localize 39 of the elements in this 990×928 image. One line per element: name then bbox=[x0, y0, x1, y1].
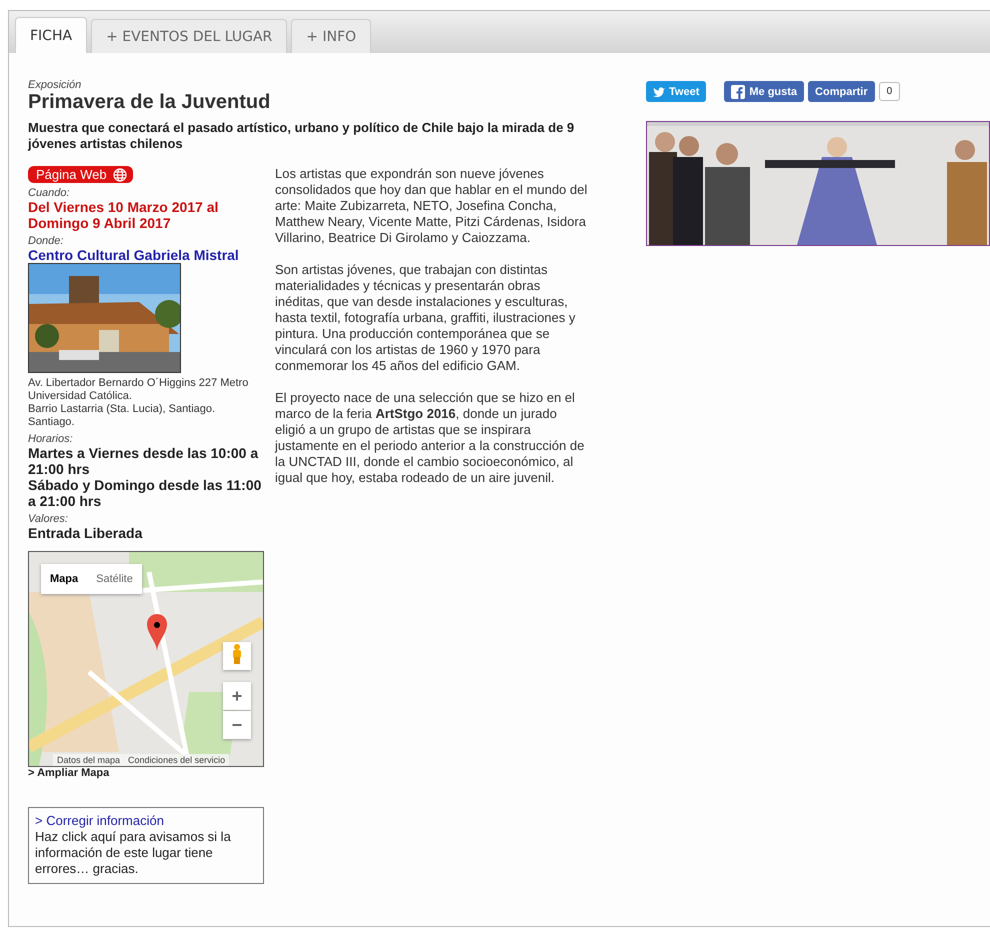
address-text: Av. Libertador Bernardo O´Higgins 227 Metro Universidad Católica. bbox=[28, 377, 250, 403]
tweet-button[interactable]: Tweet bbox=[646, 81, 706, 102]
address-text: Barrio Lastarria (Sta. Lucia), Santiago. Santiago. bbox=[28, 403, 216, 429]
field-label: Valores: bbox=[28, 513, 69, 525]
correction-link[interactable]: > Corregir información bbox=[35, 813, 257, 829]
share-button[interactable]: Compartir bbox=[808, 81, 875, 102]
f-logo-icon bbox=[731, 84, 746, 98]
tab[interactable]: + EVENTOS DEL LUGAR bbox=[91, 19, 288, 53]
bird-icon bbox=[653, 86, 665, 96]
tab[interactable]: + INFO bbox=[291, 19, 372, 53]
description-paragraph: El proyecto nace de una selección que se hizo en el marco de la feria ArtStgo 2016, donde un jurado eligió a un grupo de artistas que se inspirara justamente en el periodo anterior a la construcción de la UNCTAD III, donde el cambio socioeconómico, al igual que hoy, estaba rodeado de un aire juvenil. bbox=[275, 390, 586, 486]
field-value: Martes a Viernes desde las 10:00 a 21:00 hrs bbox=[28, 445, 260, 477]
enlarge-map-link[interactable]: > Ampliar Mapa bbox=[28, 767, 264, 779]
venue-link[interactable]: Centro Cultural Gabriela Mistral bbox=[28, 247, 264, 263]
field-value: Del Viernes 10 Marzo 2017 al Domingo 9 Abril 2017 bbox=[28, 199, 220, 231]
description-paragraph: Los artistas que expondrán son nueve jóvenes consolidados que hoy dan que hablar en el mundo del arte: Maite Zubizarreta, NETO, Josefina Concha, Matthew Neary, Vicente Matte, Pitzi Cárdenas, Isidora Villarino, Beatrice Di Girolamo y Caiozzama. bbox=[275, 166, 588, 246]
website-button[interactable]: Página Web bbox=[28, 166, 133, 183]
zoom-out-button[interactable]: − bbox=[223, 711, 251, 739]
share-count: 0 bbox=[878, 82, 900, 101]
category-label: Exposición bbox=[28, 79, 82, 91]
person-icon bbox=[232, 644, 242, 664]
map-footer-link[interactable]: Condiciones del servicio bbox=[128, 755, 226, 765]
event-title: Primavera de la Juventud bbox=[28, 91, 272, 114]
field-label: Cuando: bbox=[28, 187, 71, 199]
description-paragraph: Son artistas jóvenes, que trabajan con distintas materialidades y técnicas y presentarán obras inéditas, que van desde instalaciones y esculturas, hasta textil, fotografía urbana, graffiti, ilustraciones y pintura. Una producción contemporánea que se vinculará con los artistas de 1960 y 1970 para conmemorar los 45 años del edificio GAM. bbox=[275, 262, 576, 374]
street-view-button[interactable] bbox=[223, 642, 251, 670]
map-type-tab[interactable]: Satélite bbox=[87, 564, 142, 594]
tab[interactable]: FICHA bbox=[15, 17, 88, 53]
correction-text: Haz click aquí para avisamos si la información de este lugar tiene errores… gracias. bbox=[35, 829, 231, 876]
globe-icon bbox=[112, 168, 127, 182]
like-button[interactable]: Me gusta bbox=[724, 81, 804, 102]
field-label: Donde: bbox=[28, 235, 64, 247]
map-footer-link[interactable]: Datos del mapa bbox=[57, 755, 120, 765]
event-subtitle: Muestra que conectará el pasado artístico, urbano y político de Chile bajo la mirada de 9 jóvenes artistas chilenos bbox=[28, 120, 576, 152]
field-value: Entrada Liberada bbox=[28, 525, 144, 541]
field-value: Sábado y Domingo desde las 11:00 a 21:00 hrs bbox=[28, 477, 262, 509]
field-label: Horarios: bbox=[28, 433, 74, 445]
zoom-in-button[interactable]: + bbox=[223, 682, 251, 710]
map-type-tab[interactable]: Mapa bbox=[41, 564, 88, 594]
